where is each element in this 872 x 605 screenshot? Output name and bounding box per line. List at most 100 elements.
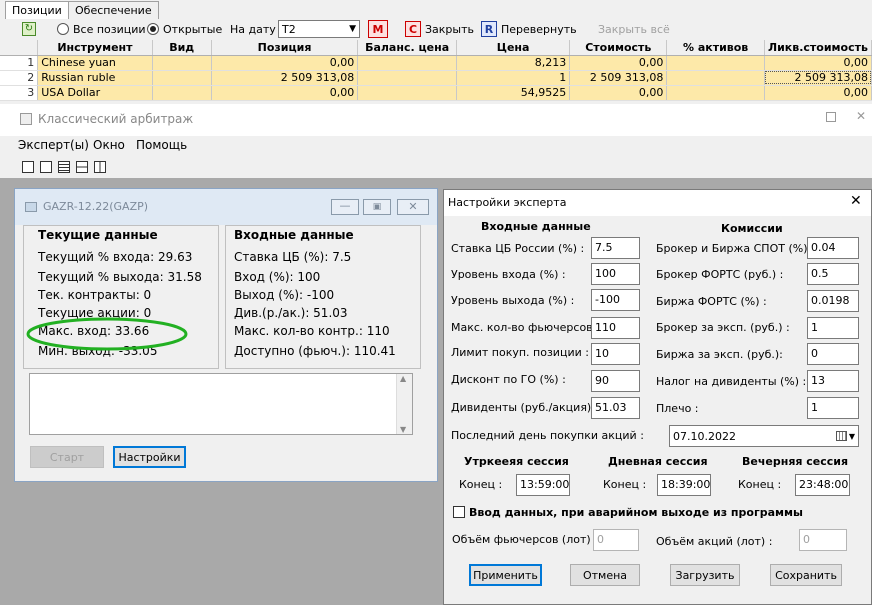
- header-price[interactable]: Цена: [456, 40, 571, 56]
- cell-balance: [357, 85, 457, 101]
- exit-level-input[interactable]: -100: [591, 289, 640, 311]
- maximize-icon[interactable]: [826, 112, 836, 122]
- dividend-tax-input[interactable]: 13: [807, 370, 859, 392]
- close-icon[interactable]: ✕: [856, 109, 866, 123]
- all-positions-radio[interactable]: Все позиции: [57, 20, 146, 38]
- max-contracts: Макс. кол-во контр.: 110: [234, 324, 390, 338]
- start-button[interactable]: Старт: [30, 446, 104, 468]
- tile-horizontal-icon[interactable]: [76, 161, 88, 173]
- shares-volume-input[interactable]: 0: [799, 529, 847, 551]
- exit-level-label: Уровень выхода (%) :: [451, 294, 575, 307]
- day-end-input[interactable]: 18:39:00: [657, 474, 711, 496]
- restore-button[interactable]: ▣: [363, 199, 391, 215]
- table-row[interactable]: 2 Russian ruble 2 509 313,08 1 2 509 313…: [0, 70, 872, 86]
- tile-vertical-icon[interactable]: [94, 161, 106, 173]
- forts-exchange-input[interactable]: 0.0198: [807, 290, 859, 312]
- morning-end-label: Конец :: [459, 478, 503, 491]
- cb-rate-input[interactable]: 7.5: [591, 237, 640, 259]
- chevron-down-icon: ▼: [349, 24, 356, 34]
- futures-volume-input[interactable]: 0: [593, 529, 639, 551]
- close-all-button[interactable]: Закрыть всё: [598, 20, 670, 38]
- cell-liq: 0,00: [764, 85, 872, 101]
- header-liq-cost[interactable]: Ликв.стоимость: [764, 40, 872, 56]
- r-icon: R: [481, 21, 497, 37]
- futures-volume-label: Объём фьючерсов (лот) :: [452, 533, 598, 546]
- cell-liq: 2 509 313,08: [764, 70, 872, 86]
- cell-cost: 0,00: [569, 55, 668, 71]
- minimize-button[interactable]: —: [331, 199, 359, 215]
- spot-commission-input[interactable]: 0.04: [807, 237, 859, 259]
- evening-session-header: Вечерняя сессия: [742, 455, 849, 468]
- header-pct-assets[interactable]: % активов: [666, 40, 765, 56]
- chevron-down-icon[interactable]: ▼: [849, 432, 855, 441]
- header-cost[interactable]: Стоимость: [569, 40, 668, 56]
- leverage-input[interactable]: 1: [807, 397, 859, 419]
- cell-pct: [666, 70, 765, 86]
- entry-level-label: Уровень входа (%) :: [451, 268, 566, 281]
- arbitrage-toolbar: [0, 156, 872, 178]
- settings-button[interactable]: Настройки: [113, 446, 186, 468]
- close-button[interactable]: ✕: [397, 199, 429, 215]
- scroll-up-icon[interactable]: ▲: [400, 374, 406, 383]
- exchange-expiry-input[interactable]: 0: [807, 343, 859, 365]
- position-limit-input[interactable]: 10: [591, 343, 640, 365]
- positions-table: Инструмент Вид Позиция Баланс. цена Цена…: [0, 40, 872, 101]
- load-button[interactable]: Загрузить: [670, 564, 740, 586]
- refresh-icon[interactable]: ↻: [22, 22, 36, 36]
- apply-button[interactable]: Применить: [469, 564, 542, 586]
- log-scrollbar[interactable]: ▲ ▼: [396, 374, 412, 434]
- current-exit-pct: Текущий % выхода: 31.58: [38, 270, 202, 284]
- cell-balance: [357, 70, 457, 86]
- cancel-button[interactable]: Отмена: [570, 564, 640, 586]
- cell-kind: [152, 55, 212, 71]
- table-row[interactable]: 3 USA Dollar 0,00 54,9525 0,00 0,00: [0, 85, 872, 101]
- expert-title: GAZR-12.22(GAZP): [43, 200, 149, 213]
- date-select[interactable]: T2 ▼: [278, 20, 360, 38]
- menu-window[interactable]: Окно: [93, 138, 125, 152]
- dividend: Див.(р./ак.): 51.03: [234, 306, 348, 320]
- menu-help[interactable]: Помощь: [136, 138, 187, 152]
- scroll-down-icon[interactable]: ▼: [400, 425, 406, 434]
- row-index: 1: [0, 55, 39, 71]
- calendar-icon[interactable]: [835, 431, 847, 441]
- evening-end-input[interactable]: 23:48:00: [795, 474, 850, 496]
- save-button[interactable]: Сохранить: [770, 564, 842, 586]
- settings-dialog: Настройки эксперта ✕ Входные данные Коми…: [443, 189, 872, 605]
- header-kind[interactable]: Вид: [152, 40, 212, 56]
- header-balance-price[interactable]: Баланс. цена: [357, 40, 457, 56]
- menu-bar: Эксперт(ы) Окно Помощь: [0, 136, 872, 156]
- dividends-input[interactable]: 51.03: [591, 397, 640, 419]
- cell-pct: [666, 85, 765, 101]
- morning-end-input[interactable]: 13:59:00: [516, 474, 570, 496]
- tab-positions[interactable]: Позиции: [5, 1, 69, 19]
- header-instrument[interactable]: Инструмент: [37, 40, 153, 56]
- c-icon: C: [405, 21, 421, 37]
- input-data-group: Входные данные Ставка ЦБ (%): 7.5 Вход (…: [225, 225, 421, 369]
- close-button[interactable]: C Закрыть: [405, 20, 474, 38]
- close-icon[interactable]: ✕: [850, 193, 862, 209]
- cell-price: 8,213: [456, 55, 571, 71]
- go-discount-input[interactable]: 90: [591, 370, 640, 392]
- morning-session-header: Утркеeяя сессия: [464, 455, 569, 468]
- tab-collateral[interactable]: Обеспечение: [68, 1, 159, 19]
- open-positions-radio[interactable]: Открытые: [147, 20, 222, 38]
- header-position[interactable]: Позиция: [211, 40, 359, 56]
- broker-expiry-input[interactable]: 1: [807, 317, 859, 339]
- entry-level-input[interactable]: 100: [591, 263, 640, 285]
- table-row[interactable]: 1 Chinese yuan 0,00 8,213 0,00 0,00: [0, 55, 872, 71]
- menu-experts[interactable]: Эксперт(ы): [18, 138, 89, 152]
- dividends-label: Дивиденты (руб./акция) :: [451, 401, 599, 414]
- emergency-checkbox[interactable]: [453, 506, 465, 518]
- cascade-icon[interactable]: [58, 161, 70, 173]
- commissions-header: Комиссии: [721, 222, 783, 235]
- forts-broker-input[interactable]: 0.5: [807, 263, 859, 285]
- input-data-header: Входные данные: [481, 220, 591, 233]
- flip-button[interactable]: R Перевернуть: [481, 20, 577, 38]
- log-textarea[interactable]: ▲ ▼: [29, 373, 413, 435]
- max-futures-input[interactable]: 110: [591, 317, 640, 339]
- properties-icon[interactable]: [40, 161, 52, 173]
- m-button[interactable]: M: [368, 20, 388, 38]
- new-document-icon[interactable]: [22, 161, 34, 173]
- last-buy-day-picker[interactable]: 07.10.2022 ▼: [669, 425, 859, 447]
- close-label: Закрыть: [425, 22, 474, 36]
